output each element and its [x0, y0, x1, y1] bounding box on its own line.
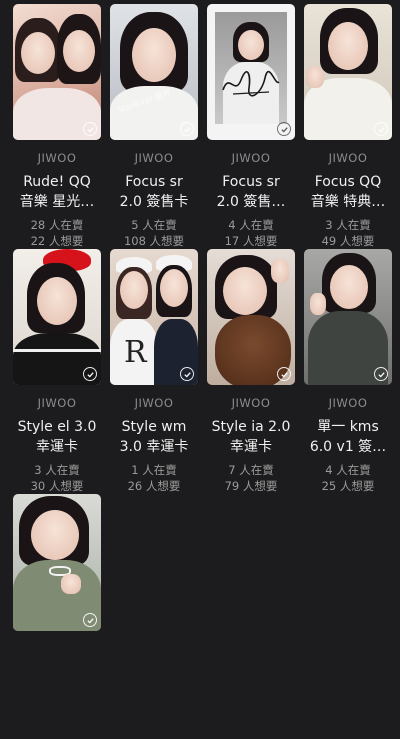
wanters-count: 49 人想要: [321, 234, 375, 248]
wanters-count: 25 人想要: [321, 479, 375, 493]
photocard-image[interactable]: [304, 4, 392, 141]
photocard-image[interactable]: StarRiver 星河: [110, 4, 198, 141]
sellers-count: 3 人在賣: [34, 463, 80, 477]
photocard-image[interactable]: R: [110, 249, 198, 386]
photocard-image[interactable]: [207, 4, 295, 141]
photocard-image[interactable]: [207, 249, 295, 386]
card-title: Style ia 2.0 幸運卡: [211, 419, 291, 456]
check-circle-icon: [277, 367, 291, 382]
sellers-count: 4 人在賣: [228, 218, 274, 232]
photocard-image[interactable]: [13, 4, 101, 141]
artist-name: JIWOO: [134, 396, 174, 411]
card-stats: 7 人在賣 79 人想要: [225, 462, 278, 494]
wanters-count: 79 人想要: [224, 479, 278, 493]
photocard-item[interactable]: [13, 494, 101, 739]
sellers-count: 7 人在賣: [228, 463, 274, 477]
card-title: Focus QQ 音樂 特典…: [310, 174, 386, 211]
card-stats: 1 人在賣 26 人想要: [128, 462, 181, 494]
wanters-count: 30 人想要: [30, 479, 84, 493]
card-stats: 5 人在賣 108 人想要: [124, 217, 184, 249]
card-stats: 3 人在賣 30 人想要: [31, 462, 84, 494]
card-stats: 4 人在賣 25 人想要: [322, 462, 375, 494]
card-stats: 3 人在賣 49 人想要: [322, 217, 375, 249]
artist-name: JIWOO: [37, 396, 77, 411]
wanters-count: 22 人想要: [30, 234, 84, 248]
wanters-count: 108 人想要: [123, 234, 185, 248]
photocard-grid: JIWOO Rude! QQ 音樂 星光… 28 人在賣 22 人想要 StarR…: [13, 4, 397, 739]
sellers-count: 28 人在賣: [30, 218, 84, 232]
wanters-count: 17 人想要: [224, 234, 278, 248]
photocard-image[interactable]: [13, 494, 101, 631]
artist-name: JIWOO: [328, 396, 368, 411]
wanters-count: 26 人想要: [127, 479, 181, 493]
artist-name: JIWOO: [231, 151, 271, 166]
photocard-item[interactable]: JIWOO Style ia 2.0 幸運卡 7 人在賣 79 人想要: [207, 249, 295, 494]
artist-name: JIWOO: [231, 396, 271, 411]
photocard-image[interactable]: [13, 249, 101, 386]
sellers-count: 3 人在賣: [325, 218, 371, 232]
artist-name: JIWOO: [37, 151, 77, 166]
photocard-item[interactable]: JIWOO 單一 kms 6.0 v1 簽… 4 人在賣 25 人想要: [304, 249, 392, 494]
card-stats: 28 人在賣 22 人想要: [31, 217, 84, 249]
card-stats: 4 人在賣 17 人想要: [225, 217, 278, 249]
sellers-count: 4 人在賣: [325, 463, 371, 477]
card-title: 單一 kms 6.0 v1 簽…: [309, 419, 387, 456]
photocard-item[interactable]: R JIWOO Style wm 3.0 幸運卡 1 人在賣 26 人想要: [110, 249, 198, 494]
artist-name: JIWOO: [134, 151, 174, 166]
artist-name: JIWOO: [328, 151, 368, 166]
photocard-item[interactable]: JIWOO Focus QQ 音樂 特典… 3 人在賣 49 人想要: [304, 4, 392, 249]
signature-mark: [222, 70, 280, 97]
photocard-image[interactable]: [304, 249, 392, 386]
card-title: Focus sr 2.0 簽售…: [216, 174, 286, 211]
photocard-item[interactable]: JIWOO Style el 3.0 幸運卡 3 人在賣 30 人想要: [13, 249, 101, 494]
check-circle-icon: [277, 122, 291, 137]
photocard-item[interactable]: JIWOO Rude! QQ 音樂 星光… 28 人在賣 22 人想要: [13, 4, 101, 249]
photocard-item[interactable]: StarRiver 星河 JIWOO Focus sr 2.0 簽售卡 5 人在賣…: [110, 4, 198, 249]
card-title: Focus sr 2.0 簽售卡: [119, 174, 189, 211]
sellers-count: 1 人在賣: [131, 463, 177, 477]
card-title: Style wm 3.0 幸運卡: [119, 419, 189, 456]
check-circle-icon: [83, 613, 97, 627]
card-title: Style el 3.0 幸運卡: [17, 419, 97, 456]
photocard-item[interactable]: JIWOO Focus sr 2.0 簽售… 4 人在賣 17 人想要: [207, 4, 295, 249]
sellers-count: 5 人在賣: [131, 218, 177, 232]
card-title: Rude! QQ 音樂 星光…: [19, 174, 95, 211]
